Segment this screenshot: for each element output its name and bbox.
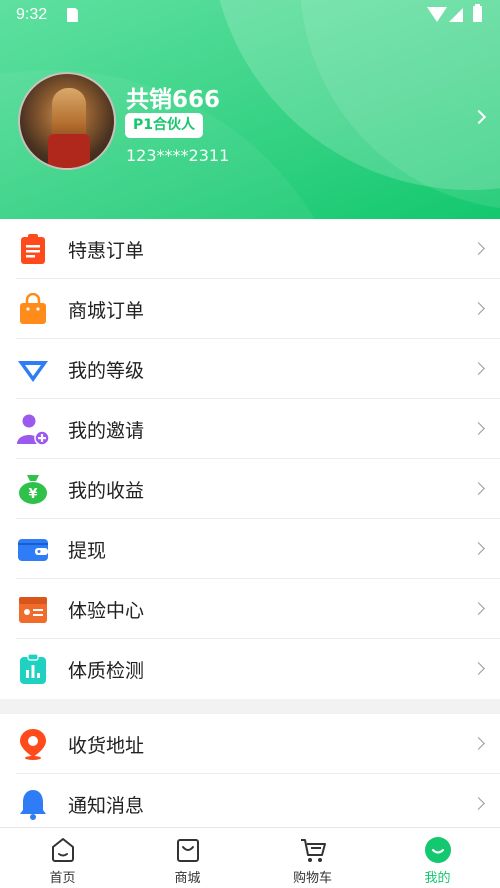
- menu-list: 特惠订单 商城订单 我的等级 我的邀请 ¥ 我的收益 提现 体验中心 体质检测 …: [0, 219, 500, 834]
- menu-item-label: 特惠订单: [68, 240, 145, 262]
- chevron-right-icon: [472, 482, 485, 495]
- avatar-cape: [48, 134, 90, 168]
- nav-label: 我的: [424, 871, 451, 886]
- svg-text:¥: ¥: [28, 487, 37, 502]
- menu-item-label: 提现: [68, 540, 107, 562]
- shopping-bag-icon: [20, 293, 46, 324]
- menu-item-experience-center[interactable]: 体验中心: [0, 579, 500, 639]
- chevron-right-icon: [472, 737, 485, 750]
- nav-mall[interactable]: 商城: [125, 828, 250, 888]
- section-gap: [0, 699, 500, 714]
- nav-label: 商城: [174, 871, 201, 886]
- bell-icon: [20, 790, 46, 820]
- experience-box-icon: [19, 597, 47, 623]
- chevron-right-icon: [472, 797, 485, 810]
- home-icon: [51, 838, 74, 862]
- nav-label: 首页: [49, 871, 76, 886]
- cart-icon: [300, 839, 326, 862]
- clipboard-icon: [21, 234, 45, 264]
- add-user-icon: [17, 414, 49, 445]
- menu-item-label: 我的收益: [68, 480, 145, 502]
- menu-item-health-test[interactable]: 体质检测: [0, 639, 500, 699]
- chevron-right-icon: [472, 422, 485, 435]
- sd-card-icon: [67, 8, 78, 22]
- user-phone: 123****2311: [126, 146, 230, 165]
- avatar[interactable]: [18, 72, 116, 170]
- bottom-nav: 首页 商城 购物车 我的: [0, 827, 500, 888]
- money-bag-icon: ¥: [19, 475, 47, 504]
- battery-icon: [473, 4, 482, 22]
- profile-page: 9:32 共销666 P1合伙人 123****2311 特惠订单 商城订单 我…: [0, 0, 500, 888]
- menu-item-label: 商城订单: [68, 300, 145, 322]
- menu-item-label: 收货地址: [68, 735, 145, 757]
- menu-item-notifications[interactable]: 通知消息: [0, 774, 500, 834]
- chevron-right-icon: [472, 602, 485, 615]
- menu-item-mall-orders[interactable]: 商城订单: [0, 279, 500, 339]
- chevron-right-icon: [472, 542, 485, 555]
- menu-item-my-level[interactable]: 我的等级: [0, 339, 500, 399]
- menu-item-withdraw[interactable]: 提现: [0, 519, 500, 579]
- status-bar: 9:32: [0, 0, 500, 32]
- user-name: 共销666: [126, 87, 221, 113]
- menu-item-my-invitations[interactable]: 我的邀请: [0, 399, 500, 459]
- bag-icon: [176, 839, 199, 862]
- chevron-right-icon: [472, 302, 485, 315]
- chevron-right-icon: [472, 362, 485, 375]
- chevron-right-icon: [472, 242, 485, 255]
- level-badge: P1合伙人: [125, 113, 204, 138]
- diamond-icon: [18, 361, 48, 382]
- status-time: 9:32: [16, 6, 48, 23]
- wifi-icon: [427, 7, 447, 22]
- menu-item-shipping-address[interactable]: 收货地址: [0, 714, 500, 774]
- health-report-icon: [20, 653, 46, 684]
- nav-cart[interactable]: 购物车: [250, 828, 375, 888]
- menu-item-label: 体验中心: [68, 600, 145, 622]
- menu-item-label: 我的邀请: [68, 420, 145, 442]
- menu-item-my-earnings[interactable]: ¥ 我的收益: [0, 459, 500, 519]
- menu-item-label: 我的等级: [68, 360, 145, 382]
- menu-item-label: 体质检测: [68, 660, 145, 682]
- nav-mine[interactable]: 我的: [375, 828, 500, 888]
- location-pin-icon: [20, 729, 46, 760]
- profile-header: 9:32 共销666 P1合伙人 123****2311: [0, 0, 500, 219]
- nav-home[interactable]: 首页: [0, 828, 125, 888]
- chevron-right-icon: [472, 662, 485, 675]
- nav-label: 购物车: [292, 871, 332, 886]
- menu-item-special-orders[interactable]: 特惠订单: [0, 219, 500, 279]
- wallet-icon: [18, 539, 48, 561]
- menu-item-label: 通知消息: [68, 795, 145, 817]
- signal-icon: [449, 8, 463, 22]
- profile-smile-icon: [424, 837, 451, 863]
